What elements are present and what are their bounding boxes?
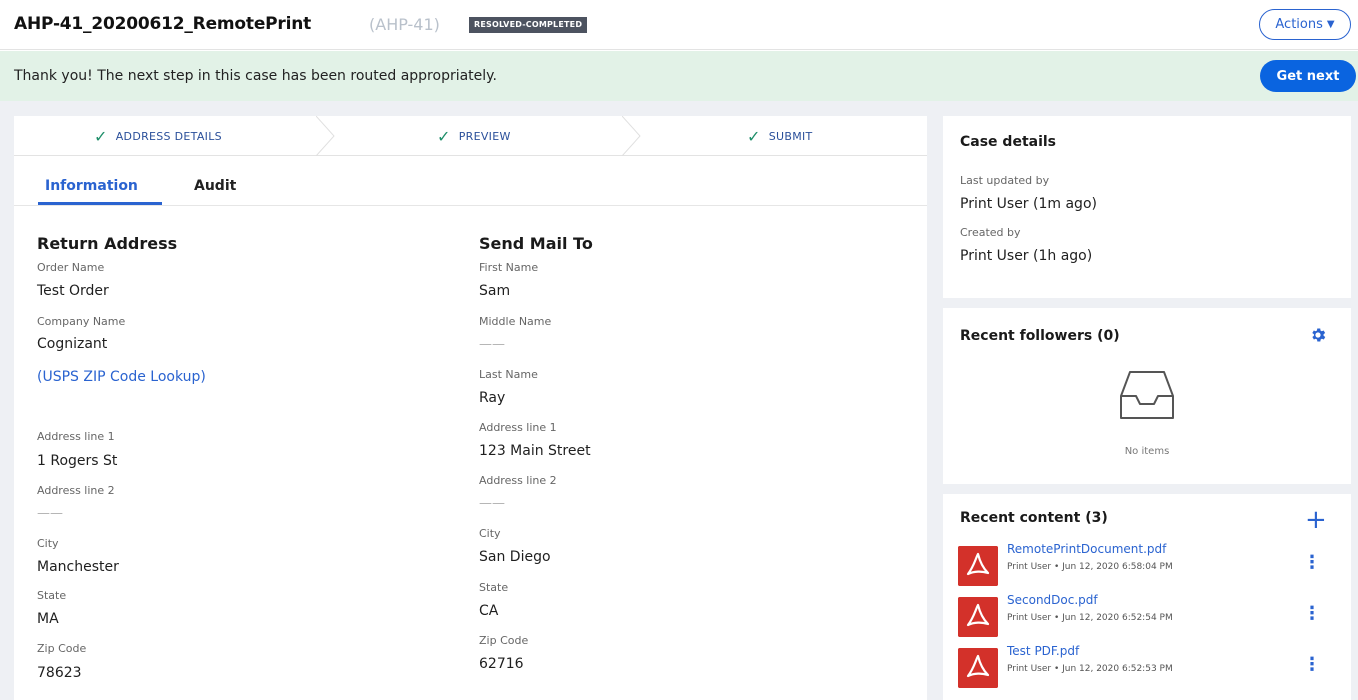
file-link[interactable]: Test PDF.pdf: [1007, 644, 1079, 658]
plus-icon[interactable]: +: [1305, 507, 1327, 533]
address2-value: ——: [479, 496, 505, 511]
last-updated-label: Last updated by: [960, 174, 1050, 187]
actions-button[interactable]: Actions ▼: [1259, 9, 1351, 40]
middle-name-value: ——: [479, 337, 505, 352]
case-id: (AHP-41): [369, 15, 440, 34]
last-name-label: Last Name: [479, 368, 538, 381]
step-label: SUBMIT: [768, 129, 813, 143]
list-item: Test PDF.pdf Print User • Jun 12, 2020 6…: [958, 644, 1336, 690]
pdf-icon: [958, 597, 998, 637]
middle-name-label: Middle Name: [479, 315, 552, 328]
get-next-button[interactable]: Get next: [1260, 60, 1356, 92]
list-item: RemotePrintDocument.pdf Print User • Jun…: [958, 542, 1336, 588]
file-meta: Print User • Jun 12, 2020 6:52:53 PM: [1007, 664, 1173, 674]
address2-value: ——: [37, 506, 63, 521]
address1-label: Address line 1: [37, 430, 115, 443]
city-value: Manchester: [37, 559, 119, 575]
check-icon: ✓: [747, 126, 761, 146]
recent-followers-title: Recent followers (0): [960, 328, 1120, 344]
first-name-label: First Name: [479, 261, 539, 274]
city-value: San Diego: [479, 549, 551, 565]
kebab-icon[interactable]: ⋮: [1303, 552, 1321, 573]
usps-zip-lookup-link[interactable]: (USPS ZIP Code Lookup): [37, 369, 206, 385]
company-name-label: Company Name: [37, 315, 126, 328]
chevron-down-icon: ▼: [1326, 19, 1335, 30]
city-label: City: [37, 537, 59, 550]
tab-bar: Information Audit: [14, 156, 927, 206]
order-name-label: Order Name: [37, 261, 105, 274]
state-value: CA: [479, 603, 499, 619]
case-form-panel: ✓ ADDRESS DETAILS ✓ PREVIEW ✓ SUBMIT Inf…: [14, 116, 927, 700]
file-link[interactable]: RemotePrintDocument.pdf: [1007, 542, 1166, 556]
address1-label: Address line 1: [479, 421, 557, 434]
address2-label: Address line 2: [479, 474, 557, 487]
file-meta: Print User • Jun 12, 2020 6:52:54 PM: [1007, 613, 1173, 623]
check-icon: ✓: [94, 126, 108, 146]
case-title: AHP-41_20200612_RemotePrint: [14, 14, 312, 34]
case-details-title: Case details: [960, 134, 1057, 150]
confirmation-banner: Thank you! The next step in this case ha…: [0, 51, 1358, 101]
file-link[interactable]: SecondDoc.pdf: [1007, 593, 1098, 607]
step-submit[interactable]: ✓ SUBMIT: [747, 116, 813, 156]
step-separator: [622, 116, 641, 156]
address2-label: Address line 2: [37, 484, 115, 497]
recent-followers-card: Recent followers (0) No items: [943, 308, 1351, 484]
step-separator: [316, 116, 335, 156]
tab-information[interactable]: Information: [45, 178, 138, 194]
created-by-label: Created by: [960, 226, 1021, 239]
gear-icon[interactable]: [1309, 326, 1327, 344]
company-name-value: Cognizant: [37, 336, 108, 352]
zip-value: 62716: [479, 656, 524, 672]
case-header: AHP-41_20200612_RemotePrint (AHP-41) RES…: [0, 0, 1358, 50]
file-meta: Print User • Jun 12, 2020 6:58:04 PM: [1007, 562, 1173, 572]
last-name-value: Ray: [479, 390, 506, 406]
recent-content-title: Recent content (3): [960, 510, 1108, 526]
check-icon: ✓: [437, 126, 451, 146]
state-label: State: [479, 581, 509, 594]
step-preview[interactable]: ✓ PREVIEW: [437, 116, 511, 156]
return-address-title: Return Address: [37, 234, 178, 253]
actions-label: Actions: [1275, 17, 1323, 32]
created-by-value: Print User (1h ago): [960, 248, 1093, 264]
first-name-value: Sam: [479, 283, 511, 299]
no-items-text: No items: [1124, 446, 1170, 457]
city-label: City: [479, 527, 501, 540]
send-mail-to-title: Send Mail To: [479, 234, 593, 253]
stepper: ✓ ADDRESS DETAILS ✓ PREVIEW ✓ SUBMIT: [14, 116, 927, 156]
address1-value: 1 Rogers St: [37, 453, 118, 469]
zip-label: Zip Code: [37, 642, 87, 655]
active-tab-indicator: [38, 202, 162, 205]
status-badge: RESOLVED-COMPLETED: [469, 17, 588, 33]
pdf-icon: [958, 648, 998, 688]
recent-content-card: Recent content (3) + RemotePrintDocument…: [943, 494, 1351, 700]
banner-message: Thank you! The next step in this case ha…: [14, 68, 497, 84]
inbox-icon: [1120, 371, 1174, 419]
pdf-icon: [958, 546, 998, 586]
kebab-icon[interactable]: ⋮: [1303, 654, 1321, 675]
tab-audit[interactable]: Audit: [194, 178, 236, 194]
state-label: State: [37, 589, 67, 602]
last-updated-value: Print User (1m ago): [960, 196, 1097, 212]
state-value: MA: [37, 611, 59, 627]
kebab-icon[interactable]: ⋮: [1303, 603, 1321, 624]
list-item: SecondDoc.pdf Print User • Jun 12, 2020 …: [958, 593, 1336, 639]
zip-label: Zip Code: [479, 634, 529, 647]
step-label: ADDRESS DETAILS: [115, 129, 222, 143]
zip-value: 78623: [37, 665, 82, 681]
order-name-value: Test Order: [37, 283, 109, 299]
address1-value: 123 Main Street: [479, 443, 591, 459]
case-details-card: Case details Last updated by Print User …: [943, 116, 1351, 298]
step-label: PREVIEW: [458, 129, 511, 143]
step-address-details[interactable]: ✓ ADDRESS DETAILS: [94, 116, 222, 156]
